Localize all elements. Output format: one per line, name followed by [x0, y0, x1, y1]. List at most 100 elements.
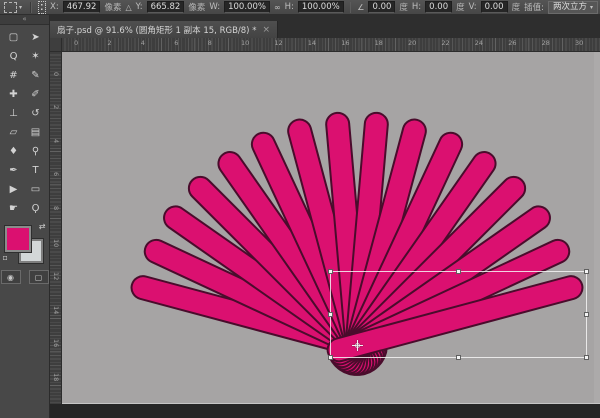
- blur-tool[interactable]: ♦: [3, 142, 25, 161]
- eyedropper-tool[interactable]: ✎: [25, 66, 47, 85]
- h-ruler-label: 26: [508, 39, 516, 47]
- eraser-tool[interactable]: ▱: [3, 123, 25, 142]
- transform-handle-bottom-left[interactable]: [328, 355, 333, 360]
- h-ruler-label: 22: [441, 39, 449, 47]
- transform-handle-middle-left[interactable]: [328, 312, 333, 317]
- h-ruler-label: 0: [74, 39, 78, 47]
- magic-wand-tool[interactable]: ✶: [25, 47, 47, 66]
- interpolation-value: 两次立方: [553, 2, 587, 13]
- type-tool[interactable]: T: [25, 161, 47, 180]
- shape-tool[interactable]: ▭: [25, 180, 47, 199]
- v-ruler-label: 4: [52, 139, 60, 143]
- y-unit: 像素: [188, 1, 205, 13]
- reference-point-locator-icon[interactable]: [38, 1, 46, 14]
- h-skew-unit: 度: [456, 1, 465, 13]
- v-ruler-label: 6: [52, 172, 60, 176]
- v-ruler-label: 18: [52, 373, 60, 381]
- color-swatch-area: ⇄ ▫: [3, 222, 47, 262]
- rotate-angle-field[interactable]: 0.00: [368, 1, 395, 13]
- swap-colors-icon[interactable]: ⇄: [39, 222, 46, 231]
- v-ruler-label: 14: [52, 306, 60, 314]
- v-skew-label: V:: [469, 2, 477, 12]
- document-tab[interactable]: 扇子.psd @ 91.6% (圆角矩形 1 副本 15, RGB/8) * ×: [50, 21, 278, 38]
- tool-grid: ▢➤Q✶#✎✚✐⊥↺▱▤♦⚲✒T▶▭☛Ϙ: [0, 25, 49, 218]
- rotate-unit: 度: [399, 1, 408, 13]
- document-tab-bar: 扇子.psd @ 91.6% (圆角矩形 1 副本 15, RGB/8) * ×: [50, 15, 600, 38]
- transform-handle-top-left[interactable]: [328, 269, 333, 274]
- transform-reference-point-icon[interactable]: [353, 341, 362, 350]
- lasso-tool[interactable]: Q: [3, 47, 25, 66]
- h-skew-field[interactable]: 0.00: [425, 1, 452, 13]
- path-selection-tool[interactable]: ▶: [3, 180, 25, 199]
- hand-tool[interactable]: ☛: [3, 199, 25, 218]
- separator: [30, 2, 32, 13]
- v-ruler-label: 16: [52, 339, 60, 347]
- free-transform-bounding-box[interactable]: [330, 271, 587, 358]
- transform-handle-middle-right[interactable]: [584, 312, 589, 317]
- h-ruler-label: 2: [107, 39, 111, 47]
- document-window-footer: [50, 404, 600, 418]
- x-unit: 像素: [104, 1, 121, 13]
- v-ruler-label: 0: [52, 72, 60, 76]
- rotate-angle-icon: ∠: [357, 3, 364, 12]
- h-ruler-label: 20: [408, 39, 416, 47]
- photoshop-window: ▾ X: 467.92 像素 △ Y: 665.82 像素 W: 100.00%…: [0, 0, 600, 418]
- interpolation-label: 插值:: [524, 1, 544, 13]
- brush-tool[interactable]: ✐: [25, 85, 47, 104]
- v-skew-unit: 度: [512, 1, 521, 13]
- separator: [350, 2, 352, 13]
- v-ruler-label: 2: [52, 105, 60, 109]
- interpolation-caret-icon: ▾: [590, 2, 593, 13]
- x-position-field[interactable]: 467.92: [63, 1, 101, 13]
- v-ruler-label: 10: [52, 239, 60, 247]
- zoom-tool[interactable]: Ϙ: [25, 199, 47, 218]
- tab-close-icon[interactable]: ×: [262, 25, 270, 35]
- transform-handle-bottom-right[interactable]: [584, 355, 589, 360]
- toolbox-mode-row: ◉ ▢: [0, 270, 49, 284]
- quick-mask-button[interactable]: ◉: [1, 270, 21, 284]
- h-ruler-label: 10: [241, 39, 249, 47]
- h-ruler-label: 28: [542, 39, 550, 47]
- pen-tool[interactable]: ✒: [3, 161, 25, 180]
- rectangular-marquee-tool[interactable]: ▢: [3, 28, 25, 47]
- crop-tool[interactable]: #: [3, 66, 25, 85]
- v-ruler-label: 8: [52, 206, 60, 210]
- width-field[interactable]: 100.00%: [224, 1, 270, 13]
- tool-preset-caret-icon: ▾: [19, 4, 22, 11]
- spot-healing-brush-tool[interactable]: ✚: [3, 85, 25, 104]
- v-ruler-label: 12: [52, 272, 60, 280]
- tool-preset-button[interactable]: ▾: [2, 1, 24, 14]
- vertical-ruler[interactable]: 02468101214161820: [50, 52, 62, 404]
- move-tool[interactable]: ➤: [25, 28, 47, 47]
- clone-stamp-tool[interactable]: ⊥: [3, 104, 25, 123]
- height-field[interactable]: 100.00%: [298, 1, 344, 13]
- relative-position-icon[interactable]: △: [125, 3, 131, 12]
- y-label: Y:: [136, 2, 143, 12]
- y-position-field[interactable]: 665.82: [147, 1, 185, 13]
- h-ruler-label: 4: [141, 39, 145, 47]
- interpolation-dropdown[interactable]: 两次立方 ▾: [548, 1, 598, 14]
- toolbox-collapse-button[interactable]: «: [0, 15, 49, 25]
- transform-handle-bottom-middle[interactable]: [456, 355, 461, 360]
- gradient-tool[interactable]: ▤: [25, 123, 47, 142]
- screen-mode-button[interactable]: ▢: [29, 270, 49, 284]
- h-ruler-label: 6: [174, 39, 178, 47]
- history-brush-tool[interactable]: ↺: [25, 104, 47, 123]
- foreground-color-swatch[interactable]: [5, 226, 31, 252]
- transform-tool-icon: [4, 2, 17, 13]
- transform-handle-top-right[interactable]: [584, 269, 589, 274]
- canvas-edge-band: [594, 52, 600, 403]
- h-ruler-label: 12: [274, 39, 282, 47]
- dodge-tool[interactable]: ⚲: [25, 142, 47, 161]
- h-skew-label: H:: [412, 2, 421, 12]
- canvas-area[interactable]: [62, 52, 600, 404]
- toolbox-panel: « ▢➤Q✶#✎✚✐⊥↺▱▤♦⚲✒T▶▭☛Ϙ ⇄ ▫ ◉ ▢: [0, 15, 50, 418]
- h-ruler-label: 30: [575, 39, 583, 47]
- transform-handle-top-middle[interactable]: [456, 269, 461, 274]
- h-ruler-label: 16: [341, 39, 349, 47]
- x-label: X:: [50, 2, 59, 12]
- link-dimensions-icon[interactable]: ∞: [274, 3, 281, 12]
- horizontal-ruler[interactable]: 024681012141618202224262830: [62, 38, 600, 52]
- default-colors-icon[interactable]: ▫: [3, 253, 8, 262]
- v-skew-field[interactable]: 0.00: [481, 1, 508, 13]
